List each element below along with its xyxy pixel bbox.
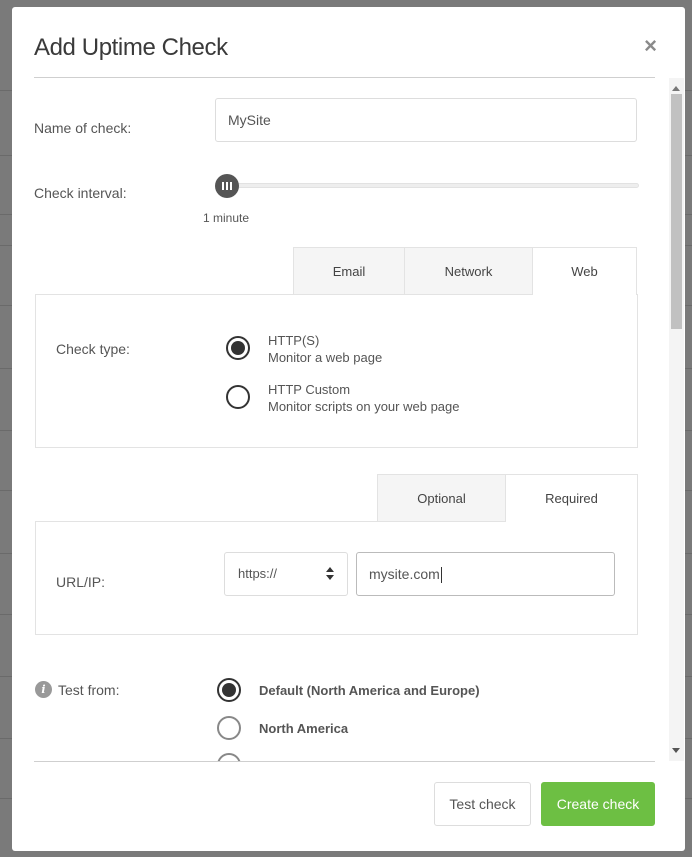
radio-default-region-label: Default (North America and Europe): [259, 683, 480, 698]
radio-default-region[interactable]: [217, 678, 241, 702]
radio-http-title: HTTP(S): [268, 333, 320, 348]
interval-value: 1 minute: [203, 211, 250, 225]
create-check-button[interactable]: Create check: [541, 782, 655, 826]
interval-label: Check interval:: [34, 185, 127, 201]
settings-tabs: Optional Required: [377, 474, 638, 522]
radio-north-america-label: North America: [259, 721, 349, 736]
form-scroll-area: Name of check: MySite Check interval: 1 …: [12, 78, 685, 761]
scrollbar-thumb[interactable]: [671, 94, 682, 329]
check-type-panel: Check type: HTTP(S) Monitor a web page H…: [35, 294, 638, 448]
tab-required[interactable]: Required: [505, 474, 638, 522]
radio-http-custom[interactable]: [226, 385, 250, 409]
required-settings-panel: URL/IP: https:// mysite.com: [35, 521, 638, 635]
protocol-select[interactable]: https://: [224, 552, 348, 596]
tab-web[interactable]: Web: [532, 247, 637, 295]
interval-slider-handle[interactable]: [215, 174, 239, 198]
select-arrows-icon: [326, 567, 334, 581]
text-cursor: [440, 567, 442, 584]
test-check-button[interactable]: Test check: [434, 782, 531, 826]
tab-network[interactable]: Network: [404, 247, 533, 295]
interval-slider-track[interactable]: [222, 183, 639, 188]
radio-http-custom-title: HTTP Custom: [268, 382, 351, 397]
footer-divider: [34, 761, 655, 762]
tab-email[interactable]: Email: [293, 247, 405, 295]
scroll-up-arrow-icon[interactable]: [672, 86, 680, 91]
scroll-down-arrow-icon[interactable]: [672, 748, 680, 753]
radio-http-subtitle: Monitor a web page: [268, 350, 383, 365]
name-input[interactable]: MySite: [215, 98, 637, 142]
scrollbar[interactable]: [669, 78, 684, 761]
test-from-label: Test from:: [58, 682, 120, 698]
url-value: mysite.com: [369, 566, 440, 582]
radio-http[interactable]: [226, 336, 250, 360]
add-uptime-check-dialog: Add Uptime Check × Name of check: MySite…: [12, 7, 685, 851]
check-type-tabs: Email Network Web: [293, 247, 637, 295]
dialog-title: Add Uptime Check: [34, 34, 228, 61]
protocol-value: https://: [238, 566, 278, 581]
tab-optional[interactable]: Optional: [377, 474, 506, 522]
radio-europe[interactable]: [217, 753, 241, 761]
radio-north-america[interactable]: [217, 716, 241, 740]
url-input[interactable]: mysite.com: [356, 552, 615, 596]
info-icon[interactable]: i: [35, 681, 52, 698]
name-label: Name of check:: [34, 120, 132, 136]
radio-http-custom-subtitle: Monitor scripts on your web page: [268, 399, 460, 414]
close-icon[interactable]: ×: [644, 35, 657, 57]
url-label: URL/IP:: [56, 574, 106, 590]
check-type-label: Check type:: [56, 341, 130, 357]
